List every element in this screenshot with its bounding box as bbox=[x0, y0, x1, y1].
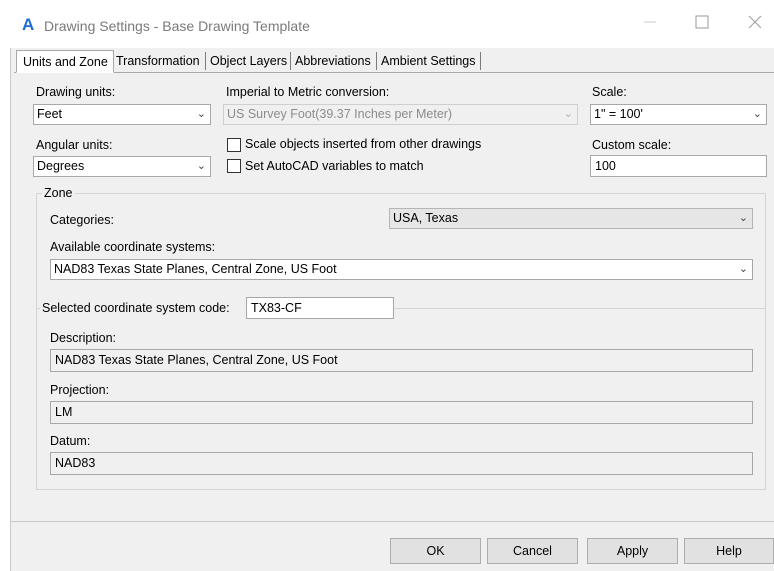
drawing-units-value: Feet bbox=[37, 107, 63, 121]
minimize-icon[interactable] bbox=[640, 14, 660, 34]
code-separator-right bbox=[394, 308, 766, 309]
scale-select[interactable]: 1" = 100' ⌄ bbox=[590, 104, 767, 125]
tab-separator bbox=[480, 52, 481, 70]
cancel-button[interactable]: Cancel bbox=[487, 538, 578, 564]
scale-label: Scale: bbox=[592, 85, 627, 99]
window-title: Drawing Settings - Base Drawing Template bbox=[44, 18, 310, 34]
scale-objects-label: Scale objects inserted from other drawin… bbox=[245, 137, 482, 151]
categories-select[interactable]: USA, Texas ⌄ bbox=[389, 208, 753, 229]
available-systems-value: NAD83 Texas State Planes, Central Zone, … bbox=[54, 262, 337, 276]
zone-group-label: Zone bbox=[42, 186, 75, 200]
tab-ambient-settings[interactable]: Ambient Settings bbox=[381, 50, 476, 73]
autocad-icon: A bbox=[22, 15, 35, 34]
set-autocad-label: Set AutoCAD variables to match bbox=[245, 159, 424, 173]
set-autocad-checkbox[interactable] bbox=[227, 159, 241, 173]
angular-units-value: Degrees bbox=[37, 159, 85, 173]
custom-scale-input[interactable]: 100 bbox=[590, 155, 767, 177]
available-systems-label: Available coordinate systems: bbox=[50, 240, 216, 254]
tab-separator bbox=[376, 52, 377, 70]
scale-objects-checkbox[interactable] bbox=[227, 138, 241, 152]
help-button[interactable]: Help bbox=[684, 538, 774, 564]
description-field: NAD83 Texas State Planes, Central Zone, … bbox=[50, 349, 753, 372]
datum-label: Datum: bbox=[50, 434, 91, 448]
chevron-down-icon: ⌄ bbox=[196, 108, 206, 120]
maximize-icon[interactable] bbox=[692, 15, 712, 35]
zone-group bbox=[36, 193, 766, 490]
categories-value: USA, Texas bbox=[393, 211, 459, 225]
description-label: Description: bbox=[50, 331, 116, 345]
close-icon[interactable] bbox=[745, 15, 765, 35]
drawing-units-label: Drawing units: bbox=[36, 85, 116, 99]
chevron-down-icon: ⌄ bbox=[738, 263, 748, 275]
conversion-value: US Survey Foot(39.37 Inches per Meter) bbox=[227, 107, 453, 121]
tab-transformation[interactable]: Transformation bbox=[116, 50, 200, 73]
chevron-down-icon: ⌄ bbox=[196, 160, 206, 172]
drawing-units-select[interactable]: Feet ⌄ bbox=[33, 104, 211, 125]
chevron-down-icon: ⌄ bbox=[752, 108, 762, 120]
conversion-label: Imperial to Metric conversion: bbox=[226, 85, 390, 99]
tab-units-and-zone[interactable]: Units and Zone bbox=[16, 50, 114, 73]
custom-scale-label: Custom scale: bbox=[592, 138, 672, 152]
apply-button[interactable]: Apply bbox=[587, 538, 678, 564]
categories-label: Categories: bbox=[50, 213, 114, 227]
scale-value: 1" = 100' bbox=[594, 107, 643, 121]
angular-units-label: Angular units: bbox=[36, 138, 113, 152]
angular-units-select[interactable]: Degrees ⌄ bbox=[33, 156, 211, 177]
ok-button[interactable]: OK bbox=[390, 538, 481, 564]
available-systems-select[interactable]: NAD83 Texas State Planes, Central Zone, … bbox=[50, 259, 753, 280]
datum-field: NAD83 bbox=[50, 452, 753, 475]
code-separator-left bbox=[36, 308, 40, 309]
coordinate-code-label: Selected coordinate system code: bbox=[42, 301, 230, 315]
chevron-down-icon: ⌄ bbox=[738, 212, 748, 224]
projection-label: Projection: bbox=[50, 383, 110, 397]
tab-separator bbox=[205, 52, 206, 70]
button-bar-separator bbox=[10, 521, 774, 522]
chevron-down-icon: ⌄ bbox=[563, 108, 573, 120]
tab-abbreviations[interactable]: Abbreviations bbox=[295, 50, 371, 73]
projection-field: LM bbox=[50, 401, 753, 424]
tab-object-layers[interactable]: Object Layers bbox=[210, 50, 287, 73]
tab-separator bbox=[290, 52, 291, 70]
coordinate-code-input[interactable]: TX83-CF bbox=[246, 297, 394, 319]
conversion-select[interactable]: US Survey Foot(39.37 Inches per Meter) ⌄ bbox=[223, 104, 578, 125]
